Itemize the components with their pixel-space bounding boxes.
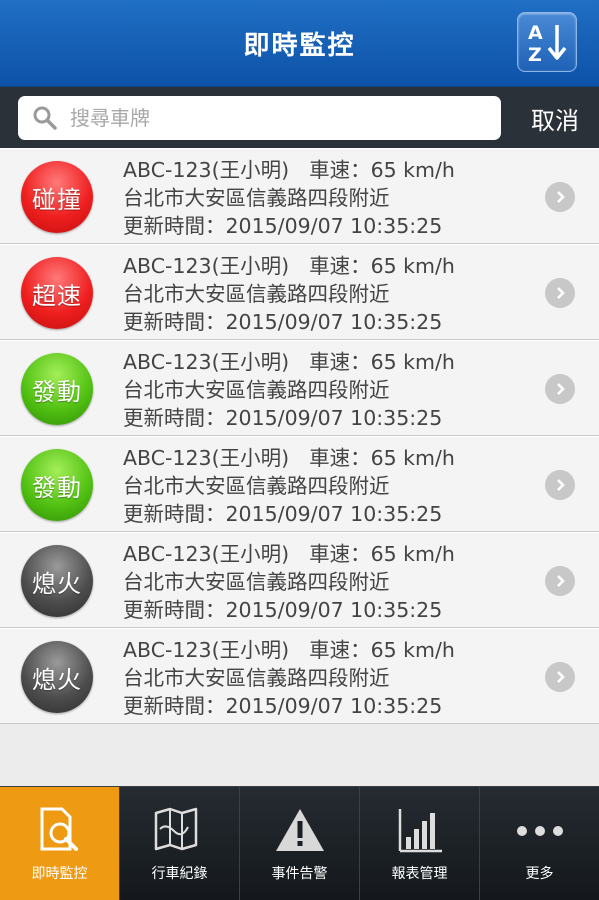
address-label: 台北市大安區信義路四段附近 bbox=[123, 378, 390, 402]
address-label: 台北市大安區信義路四段附近 bbox=[123, 282, 390, 306]
status-badge: 熄火 bbox=[21, 545, 93, 617]
page-title: 即時監控 bbox=[243, 30, 356, 61]
tab-event-alert[interactable]: 事件告警 bbox=[240, 787, 360, 900]
plate-number: ABC-123 bbox=[123, 542, 212, 566]
warning-icon bbox=[275, 808, 324, 851]
tab-label: 行車紀錄 bbox=[151, 865, 208, 882]
header-bar: 即時監控 A Z bbox=[0, 0, 599, 87]
svg-text:A: A bbox=[528, 22, 543, 44]
status-badge: 超速 bbox=[21, 257, 93, 329]
tab-label: 報表管理 bbox=[391, 865, 448, 882]
driver-name: (王小明) bbox=[211, 158, 290, 182]
chevron-right-icon[interactable] bbox=[545, 182, 575, 212]
tab-label: 更多 bbox=[525, 865, 554, 882]
more-icon bbox=[516, 825, 563, 836]
search-bar: 取消 bbox=[0, 87, 599, 148]
search-icon bbox=[33, 106, 57, 130]
driver-name: (王小明) bbox=[211, 254, 290, 278]
address-label: 台北市大安區信義路四段附近 bbox=[123, 474, 390, 498]
driver-name: (王小明) bbox=[211, 542, 290, 566]
vehicle-row[interactable]: 熄火 ABC-123(王小明) 車速：65 km/h 台北市大安區信義路四段附近 … bbox=[0, 532, 599, 628]
vehicle-row[interactable]: 碰撞 ABC-123(王小明) 車速：65 km/h 台北市大安區信義路四段附近 … bbox=[0, 148, 599, 244]
tab-more[interactable]: 更多 bbox=[480, 787, 599, 900]
search-input[interactable] bbox=[70, 106, 470, 130]
updated-time: 更新時間：2015/09/07 10:35:25 bbox=[123, 214, 443, 238]
map-icon bbox=[154, 807, 197, 850]
chevron-right-icon[interactable] bbox=[545, 662, 575, 692]
monitor-search-icon bbox=[40, 807, 78, 851]
status-badge: 碰撞 bbox=[21, 161, 93, 233]
tab-label: 事件告警 bbox=[271, 865, 328, 882]
bar-chart-icon bbox=[398, 808, 442, 852]
speed-label: 車速：65 km/h bbox=[309, 350, 455, 374]
sort-az-button[interactable]: A Z bbox=[517, 12, 577, 72]
updated-time: 更新時間：2015/09/07 10:35:25 bbox=[123, 598, 443, 622]
vehicle-row[interactable]: 發動 ABC-123(王小明) 車速：65 km/h 台北市大安區信義路四段附近 … bbox=[0, 340, 599, 436]
updated-time: 更新時間：2015/09/07 10:35:25 bbox=[123, 694, 443, 718]
speed-label: 車速：65 km/h bbox=[309, 446, 455, 470]
cancel-button[interactable]: 取消 bbox=[531, 101, 579, 136]
svg-text:Z: Z bbox=[528, 44, 542, 65]
driver-name: (王小明) bbox=[211, 350, 290, 374]
plate-number: ABC-123 bbox=[123, 254, 212, 278]
sort-az-icon: A Z bbox=[528, 22, 567, 65]
address-label: 台北市大安區信義路四段附近 bbox=[123, 570, 390, 594]
plate-number: ABC-123 bbox=[123, 350, 212, 374]
chevron-right-icon[interactable] bbox=[545, 566, 575, 596]
vehicle-row[interactable]: 發動 ABC-123(王小明) 車速：65 km/h 台北市大安區信義路四段附近 … bbox=[0, 436, 599, 532]
address-label: 台北市大安區信義路四段附近 bbox=[123, 666, 390, 690]
plate-number: ABC-123 bbox=[123, 638, 212, 662]
tab-realtime-monitor[interactable]: 即時監控 bbox=[0, 787, 120, 900]
chevron-right-icon[interactable] bbox=[545, 470, 575, 500]
status-badge: 發動 bbox=[21, 353, 93, 425]
driver-name: (王小明) bbox=[211, 638, 290, 662]
plate-number: ABC-123 bbox=[123, 158, 212, 182]
speed-label: 車速：65 km/h bbox=[309, 254, 455, 278]
driver-name: (王小明) bbox=[211, 446, 290, 470]
chevron-right-icon[interactable] bbox=[545, 374, 575, 404]
status-badge: 發動 bbox=[21, 449, 93, 521]
tab-label: 即時監控 bbox=[31, 865, 88, 882]
updated-time: 更新時間：2015/09/07 10:35:25 bbox=[123, 502, 443, 526]
search-box[interactable] bbox=[18, 96, 501, 140]
plate-number: ABC-123 bbox=[123, 446, 212, 470]
tab-driving-record[interactable]: 行車紀錄 bbox=[120, 787, 240, 900]
vehicle-row[interactable]: 超速 ABC-123(王小明) 車速：65 km/h 台北市大安區信義路四段附近 … bbox=[0, 244, 599, 340]
vehicle-row[interactable]: 熄火 ABC-123(王小明) 車速：65 km/h 台北市大安區信義路四段附近 … bbox=[0, 628, 599, 724]
bottom-tab-bar: 即時監控 行車紀錄 事件告警 報表管理 更多 bbox=[0, 786, 599, 900]
vehicle-list: 碰撞 ABC-123(王小明) 車速：65 km/h 台北市大安區信義路四段附近 … bbox=[0, 148, 599, 724]
speed-label: 車速：65 km/h bbox=[309, 638, 455, 662]
status-badge: 熄火 bbox=[21, 641, 93, 713]
updated-time: 更新時間：2015/09/07 10:35:25 bbox=[123, 406, 443, 430]
chevron-right-icon[interactable] bbox=[545, 278, 575, 308]
tab-report-management[interactable]: 報表管理 bbox=[360, 787, 480, 900]
speed-label: 車速：65 km/h bbox=[309, 542, 455, 566]
updated-time: 更新時間：2015/09/07 10:35:25 bbox=[123, 310, 443, 334]
speed-label: 車速：65 km/h bbox=[309, 158, 455, 182]
address-label: 台北市大安區信義路四段附近 bbox=[123, 186, 390, 210]
